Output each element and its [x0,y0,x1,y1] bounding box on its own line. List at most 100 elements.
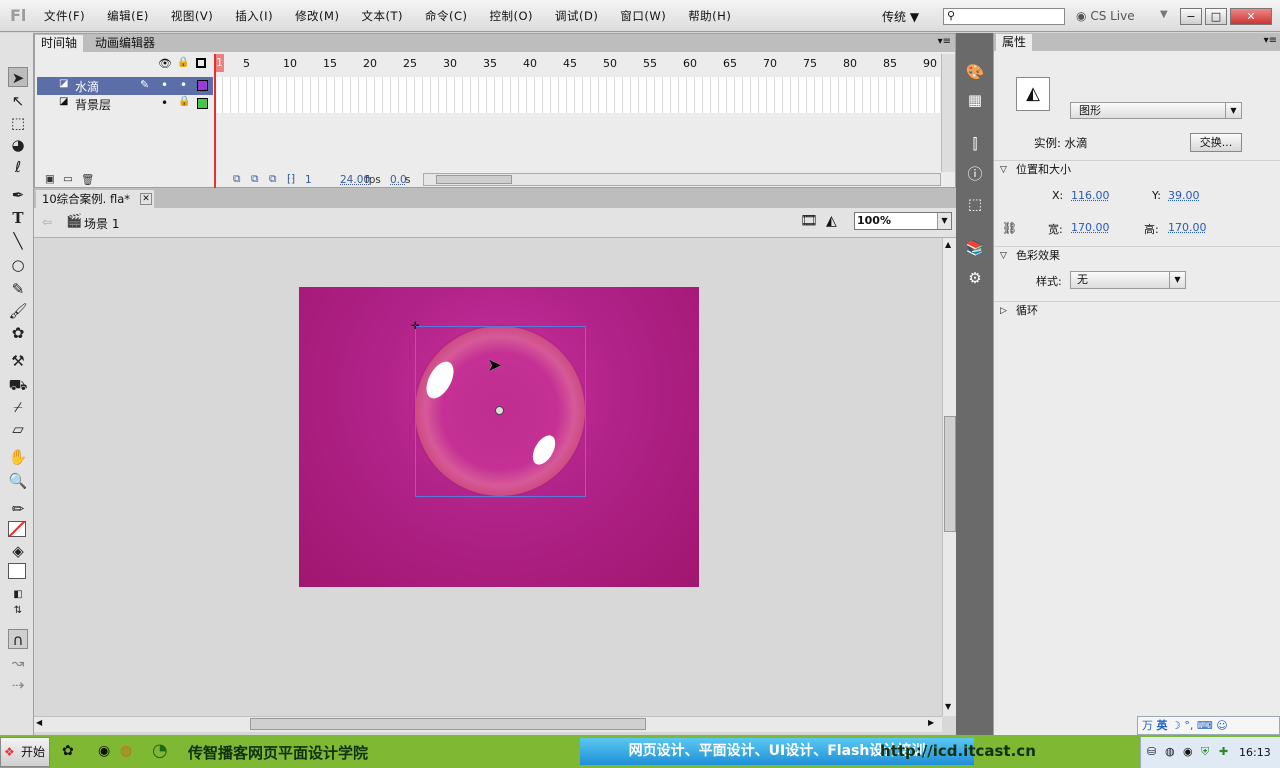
stroke-color-icon[interactable]: ✏ [8,499,28,519]
lock-icon[interactable]: 🔒 [177,57,189,68]
onion-markers-icon[interactable]: ⁅⁆ [287,173,295,185]
tab-motion-editor[interactable]: 动画编辑器 [89,35,161,52]
text-tool-icon[interactable]: T [8,208,28,228]
hand-tool-icon[interactable]: ✋ [8,447,28,467]
keyboard-icon[interactable]: ⌨ [1197,719,1213,732]
update-icon[interactable]: ✚ [1219,745,1228,758]
scroll-right-icon[interactable]: ▶ [928,718,934,727]
layer-row-background[interactable]: ◪ 背景层 • 🔒 [37,95,213,113]
pencil-tool-icon[interactable]: ✎ [8,279,28,299]
chrome-icon[interactable]: ◉ [98,743,110,759]
menu-text[interactable]: 文本(T) [361,8,403,24]
onion-skin-icon[interactable]: ⧉ [233,173,241,186]
3d-rotation-tool-icon[interactable]: ◕ [8,135,28,155]
eyedropper-icon[interactable]: ⌿ [8,397,28,417]
stroke-swatch[interactable] [8,521,26,537]
scroll-down-icon[interactable]: ▼ [945,702,951,711]
line-tool-icon[interactable]: ╲ [8,231,28,251]
bone-tool-icon[interactable]: ⚒ [8,351,28,371]
style-select[interactable]: 无 ▼ [1070,271,1186,289]
frames-row[interactable] [215,95,940,113]
vscroll-thumb[interactable] [944,416,956,532]
document-tab[interactable]: 10综合案例. fla* ✕ [36,190,154,208]
zoom-tool-icon[interactable]: 🔍 [8,471,28,491]
menu-edit[interactable]: 编辑(E) [107,8,149,24]
timeline-hscroll[interactable] [423,173,941,186]
swatches-icon[interactable]: ▦ [964,89,986,111]
moon-icon[interactable]: ☽ [1171,719,1181,732]
menu-commands[interactable]: 命令(C) [425,8,468,24]
link-size-icon[interactable]: ⛓ [1002,221,1017,235]
scroll-up-icon[interactable]: ▲ [945,240,951,249]
hscroll-thumb[interactable] [436,175,512,184]
menu-view[interactable]: 视图(V) [171,8,213,24]
network-icon[interactable]: ⛁ [1147,745,1156,758]
snap-magnet-icon[interactable]: ∩ [8,629,28,649]
y-value[interactable]: 39.00 [1168,189,1200,202]
lock-icon[interactable]: 🔒 [178,96,190,107]
settings-icon[interactable]: ☺ [1216,719,1227,732]
hscroll-thumb[interactable] [250,718,646,730]
panel-menu-icon[interactable]: ▾≡ [938,36,951,47]
scene-name[interactable]: 场景 1 [84,215,119,232]
menu-help[interactable]: 帮助(H) [688,8,731,24]
tab-timeline[interactable]: 时间轴 [35,35,84,52]
volume-icon[interactable]: ◍ [1165,745,1175,758]
menu-window[interactable]: 窗口(W) [620,8,666,24]
back-arrow-icon[interactable]: ⇦ [42,215,52,229]
tab-properties[interactable]: 属性 [996,34,1033,51]
pasteboard[interactable]: ✛ ➤ [34,238,956,732]
color-panel-icon[interactable]: 🎨 [964,61,986,83]
menu-debug[interactable]: 调试(D) [555,8,598,24]
layer-color-swatch[interactable] [197,98,208,109]
selection-tool-icon[interactable]: ➤ [8,67,28,87]
cs-live-button[interactable]: ◉ CS Live [1076,9,1135,23]
help-search-input[interactable]: ⚲ [943,8,1065,25]
edit-symbols-icon[interactable]: ◭ [826,213,837,229]
free-transform-tool-icon[interactable]: ⬚ [8,113,28,133]
shield-icon[interactable]: ⛨ [1201,745,1209,759]
stage-hscroll[interactable]: ◀ ▶ [34,716,942,732]
ime-bar[interactable]: 万 英 ☽ °, ⌨ ☺ [1137,716,1280,735]
edit-scene-icon[interactable]: 🎞 [800,213,818,229]
security-icon[interactable]: ◉ [1183,745,1193,758]
frames-row[interactable] [215,77,940,95]
section-loop[interactable]: ▷ 循环 [994,301,1280,319]
info-icon[interactable]: ⓘ [964,163,986,185]
width-value[interactable]: 170.00 [1071,221,1110,234]
layer-color-swatch[interactable] [197,80,208,91]
subselection-tool-icon[interactable]: ↖ [8,91,28,111]
fill-color-icon[interactable]: ◈ [8,541,28,561]
layer-row-waterdrop[interactable]: ◪ 水滴 ✎ • • [37,77,213,95]
align-icon[interactable]: ⫿ [964,133,986,155]
cs-live-dropdown-icon[interactable]: ▼ [1160,9,1168,20]
close-tab-icon[interactable]: ✕ [140,193,152,205]
swap-colors-icon[interactable]: ⇅ [8,601,28,621]
stage-vscroll[interactable]: ▲ ▼ [942,238,956,716]
fill-swatch[interactable] [8,563,26,579]
panel-menu-icon[interactable]: ▾≡ [1264,35,1277,46]
visibility-dot[interactable]: • [161,96,168,110]
onion-outline-icon[interactable]: ⧉ [251,173,259,186]
oval-tool-icon[interactable]: ○ [8,255,28,275]
restore-button[interactable]: □ [1205,8,1227,25]
new-folder-icon[interactable]: ▭ [63,173,73,185]
clock[interactable]: 16:13 [1239,746,1271,759]
transform-icon[interactable]: ⬚ [964,193,986,215]
new-layer-icon[interactable]: ▣ [45,173,55,185]
straighten-icon[interactable]: ⇢ [8,675,28,695]
scroll-left-icon[interactable]: ◀ [36,718,42,727]
swap-button[interactable]: 交换... [1190,133,1242,152]
eraser-icon[interactable]: ▱ [8,419,28,439]
start-button[interactable]: ❖ 开始 [0,737,50,767]
minimize-button[interactable]: − [1180,8,1202,25]
outline-icon[interactable] [196,58,206,68]
brush-tool-icon[interactable]: 🖌 [8,301,28,321]
deco-tool-icon[interactable]: ✿ [8,323,28,343]
quicklaunch-icon[interactable]: ✿ [62,743,74,759]
zoom-select[interactable]: 100% ▼ [854,212,952,230]
delete-layer-icon[interactable]: 🗑 [81,173,94,186]
menu-file[interactable]: 文件(F) [44,8,85,24]
visibility-dot[interactable]: • [161,78,168,92]
timeline-vscroll[interactable] [941,54,955,172]
